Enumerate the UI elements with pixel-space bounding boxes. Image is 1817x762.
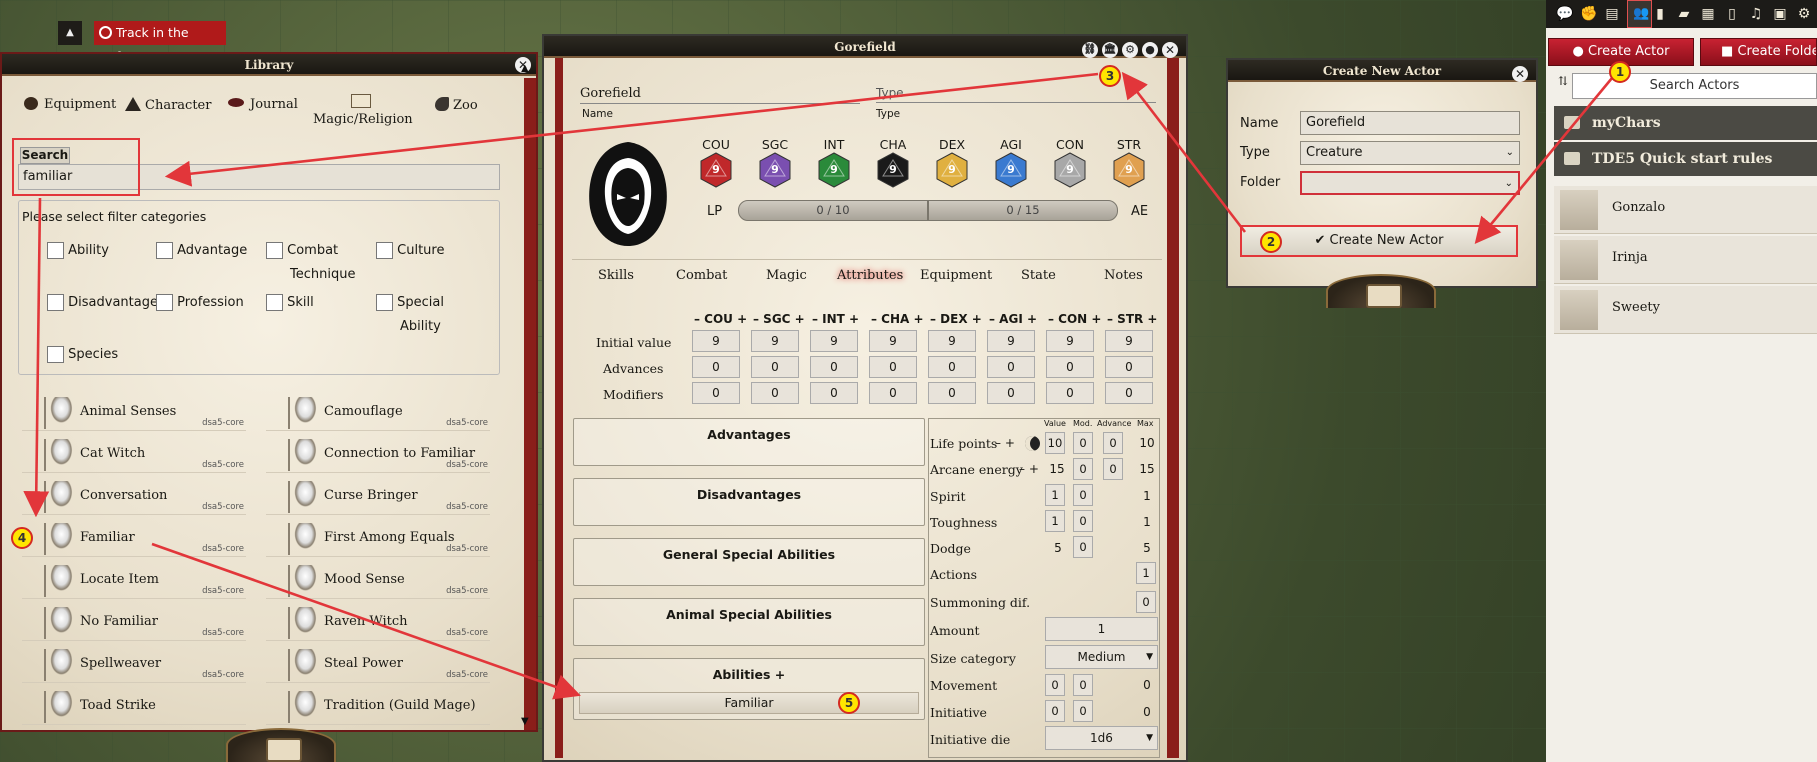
callout-2: 2	[1260, 231, 1282, 253]
arrow-3-to-search	[164, 72, 1099, 187]
callout-1: 1	[1609, 61, 1631, 83]
annotation-arrows	[23, 71, 1619, 700]
callout-4: 4	[11, 527, 33, 549]
arrow-2-to-3	[1121, 71, 1247, 233]
arrow-search-to-4	[23, 197, 50, 518]
arrow-4-to-5	[151, 542, 581, 700]
callout-5: 5	[838, 692, 860, 714]
arrow-1-to-2	[1474, 71, 1619, 245]
callout-3: 3	[1099, 65, 1121, 87]
